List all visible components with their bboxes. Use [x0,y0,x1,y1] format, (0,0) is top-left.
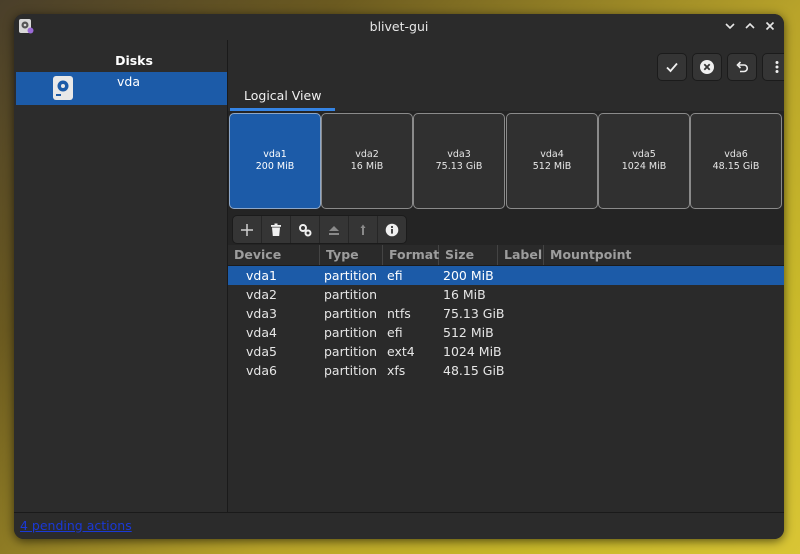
info-button[interactable] [378,216,406,243]
cell-type: partition [324,363,378,378]
cell-size: 512 MiB [443,325,494,340]
disks-sidebar: Disks vda [14,40,228,512]
cell-size: 1024 MiB [443,344,502,359]
cell-format: efi [387,325,403,340]
unlock-icon [360,224,366,235]
partition-name: vda3 [447,149,471,160]
column-header-type[interactable]: Type [320,245,383,265]
partition-name: vda5 [632,149,656,160]
title-bar: blivet-gui [14,14,784,40]
cell-size: 16 MiB [443,287,486,302]
cell-type: partition [324,287,378,302]
tab-logical-view[interactable]: Logical View [230,81,335,111]
partition-name: vda1 [263,149,287,160]
table-header: Device Type Format Size Label Mountpoint [228,245,784,266]
cell-type: partition [324,306,378,321]
cell-type: partition [324,344,378,359]
column-header-device[interactable]: Device [228,245,320,265]
clear-actions-button[interactable] [692,53,722,81]
plus-icon [241,223,253,236]
trash-icon [271,223,281,236]
table-row[interactable]: vda3 partition ntfs 75.13 GiB [228,304,784,323]
partition-block-vda6[interactable]: vda6 48.15 GiB [690,113,782,209]
partition-size: 48.15 GiB [712,161,760,172]
cell-device: vda6 [246,363,277,378]
partition-name: vda6 [724,149,748,160]
cell-device: vda5 [246,344,277,359]
cell-device: vda1 [246,268,277,283]
device-action-buttons [232,215,407,244]
minimize-icon[interactable] [721,17,739,35]
apply-button[interactable] [657,53,687,81]
device-table: Device Type Format Size Label Mountpoint… [228,245,784,512]
table-row[interactable]: vda6 partition xfs 48.15 GiB [228,361,784,380]
partition-block-vda3[interactable]: vda3 75.13 GiB [413,113,505,209]
check-icon [666,62,678,73]
cell-size: 75.13 GiB [443,306,505,321]
column-header-size[interactable]: Size [439,245,498,265]
disk-label: vda [117,74,140,89]
delete-button[interactable] [262,216,291,243]
eject-icon [329,225,339,235]
partition-size: 512 MiB [532,161,572,172]
disk-icon [53,76,73,100]
tab-label: Logical View [244,88,322,103]
more-vertical-icon [775,61,779,73]
menu-button[interactable] [762,53,784,81]
cell-format: ext4 [387,344,415,359]
partition-block-vda4[interactable]: vda4 512 MiB [506,113,598,209]
cell-device: vda3 [246,306,277,321]
cell-device: vda2 [246,287,277,302]
status-bar: 4 pending actions [14,512,784,539]
partition-size: 1024 MiB [621,161,667,172]
table-row[interactable]: vda2 partition 16 MiB [228,285,784,304]
window-title: blivet-gui [369,19,429,34]
table-row[interactable]: vda5 partition ext4 1024 MiB [228,342,784,361]
partition-block-vda5[interactable]: vda5 1024 MiB [598,113,690,209]
partition-name: vda2 [355,149,379,160]
partition-size: 75.13 GiB [435,161,483,172]
partition-size: 200 MiB [255,161,295,172]
unmount-button[interactable] [320,216,349,243]
column-header-label[interactable]: Label [498,245,544,265]
partition-map: vda1 200 MiB vda2 16 MiB vda3 75.13 GiB … [228,111,784,212]
decrypt-button[interactable] [349,216,378,243]
table-row[interactable]: vda1 partition efi 200 MiB [228,266,784,285]
gears-icon [299,223,312,236]
cancel-icon [700,60,714,74]
maximize-icon[interactable] [741,17,759,35]
column-header-mountpoint[interactable]: Mountpoint [544,245,784,265]
cell-format: efi [387,268,403,283]
info-icon [385,223,399,236]
app-window: blivet-gui Disks vda Logical View vda1 2… [14,14,784,539]
disks-header: Disks [115,53,153,68]
cell-type: partition [324,268,378,283]
view-tabs: Logical View [228,81,784,111]
cell-device: vda4 [246,325,277,340]
cell-format: ntfs [387,306,411,321]
device-actions-bar [228,212,784,246]
add-button[interactable] [233,216,262,243]
undo-icon [736,61,748,73]
partition-size: 16 MiB [350,161,384,172]
pending-actions-link[interactable]: 4 pending actions [20,518,132,533]
column-header-format[interactable]: Format [383,245,439,265]
cell-type: partition [324,325,378,340]
table-row[interactable]: vda4 partition efi 512 MiB [228,323,784,342]
undo-button[interactable] [727,53,757,81]
cell-size: 48.15 GiB [443,363,505,378]
close-icon[interactable] [761,17,779,35]
main-toolbar [228,40,784,81]
partition-block-vda2[interactable]: vda2 16 MiB [321,113,413,209]
disk-item-vda[interactable]: vda [16,72,227,105]
edit-button[interactable] [291,216,320,243]
cell-format: xfs [387,363,406,378]
partition-name: vda4 [540,149,564,160]
cell-size: 200 MiB [443,268,494,283]
partition-block-vda1[interactable]: vda1 200 MiB [229,113,321,209]
main-panel: Logical View vda1 200 MiB vda2 16 MiB vd… [228,40,784,512]
